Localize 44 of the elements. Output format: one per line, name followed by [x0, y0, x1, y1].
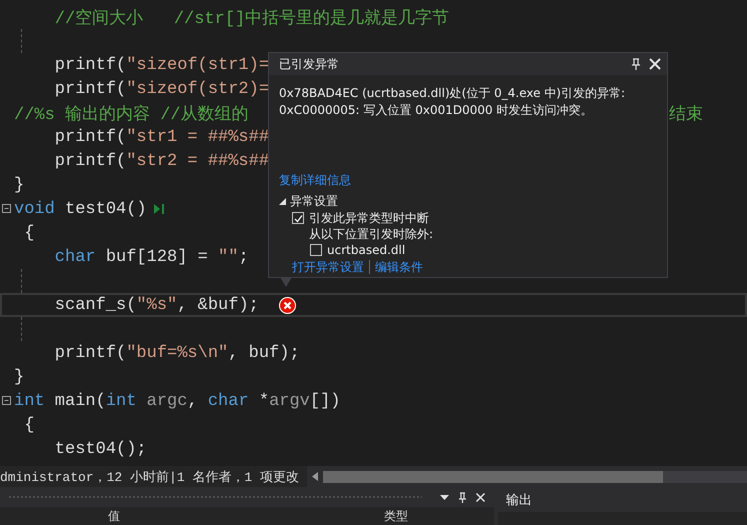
code-line: } — [14, 176, 24, 194]
close-icon[interactable] — [649, 58, 661, 70]
code-line: scanf_s("%s", &buf); — [54, 296, 259, 314]
settings-link[interactable]: 编辑条件 — [375, 258, 423, 276]
scrollbar-thumb[interactable] — [323, 470, 664, 482]
code-line: { — [23, 416, 34, 434]
close-icon[interactable] — [475, 492, 486, 502]
checkbox-label: ucrtbased.dll — [327, 243, 406, 257]
code-line: printf("sizeof(str1)= — [54, 56, 270, 74]
code-comment: 结束 — [669, 104, 703, 124]
section-label: 异常设置 — [290, 193, 338, 210]
checkbox[interactable] — [292, 212, 304, 224]
settings-link[interactable]: 打开异常设置 — [292, 258, 364, 276]
code-line: } — [14, 368, 24, 386]
code-line: printf("str2 = ##%s## — [54, 152, 270, 170]
collapse-icon[interactable] — [2, 204, 11, 213]
except-label: 从以下位置引发时除外: — [309, 226, 434, 242]
checkbox[interactable] — [310, 244, 322, 256]
exception-message: 0xC0000005: 写入位置 0x001D0000 时发生访问冲突。 — [279, 102, 594, 119]
code-line: printf("str1 = ##%s## — [54, 128, 270, 146]
code-line: //空间大小 //str[]中括号里的是几就是几字节 — [54, 8, 450, 28]
code-line: int main(int argc, char *argv[]) — [14, 392, 340, 410]
pin-icon[interactable] — [631, 58, 641, 70]
code-lens-info: dministrator，12 小时前|1 名作者，1 项更改 — [0, 466, 308, 487]
code-line: printf("sizeof(str2)= — [54, 80, 270, 98]
copy-details-link[interactable]: 复制详细信息 — [279, 172, 351, 189]
collapse-icon[interactable] — [2, 396, 11, 405]
pin-icon[interactable] — [457, 492, 468, 502]
column-header[interactable]: 值 — [108, 508, 120, 525]
expanded-triangle-icon[interactable] — [279, 198, 286, 205]
column-header[interactable]: 类型 — [384, 508, 408, 525]
scroll-left-icon[interactable] — [312, 472, 318, 481]
panel-title: 输出 — [506, 492, 532, 508]
code-line: printf("buf=%s\n", buf); — [54, 344, 300, 362]
code-line: //%s 输出的内容 //从数组的 — [14, 104, 249, 124]
code-line: char buf[128] = ""; — [54, 248, 249, 266]
code-line: void test04() — [14, 200, 147, 218]
code-line: test04(); — [54, 440, 147, 458]
exception-message: 0x78BAD4EC (ucrtbased.dll)处(位于 0_4.exe 中)引发的异常: — [279, 85, 626, 102]
popup-title: 已引发异常 — [279, 56, 340, 72]
checkbox-label: 引发此异常类型时中断 — [309, 210, 429, 226]
code-line: { — [23, 224, 34, 242]
run-to-click-icon[interactable] — [152, 203, 165, 215]
scrollbar-track[interactable] — [323, 470, 747, 482]
